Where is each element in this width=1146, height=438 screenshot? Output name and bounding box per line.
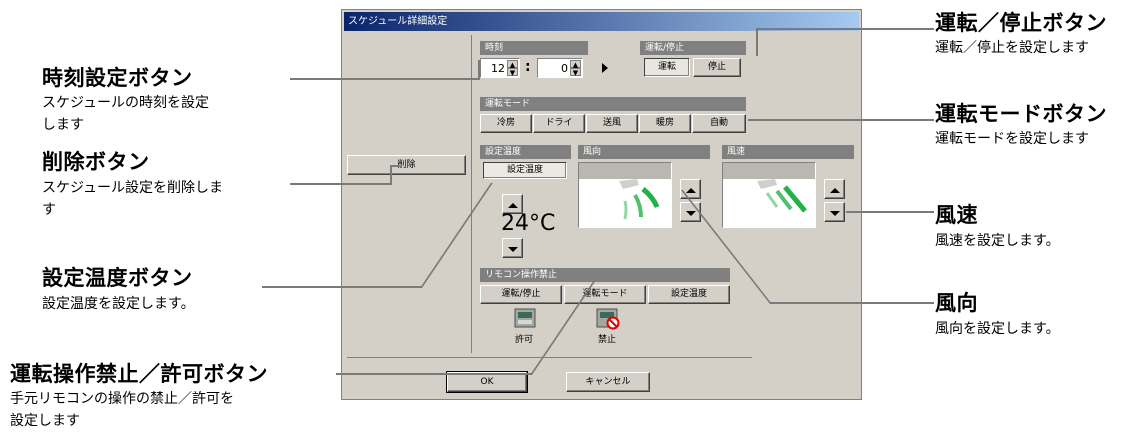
annotation-lock-button-desc-1: 手元リモコンの操作の禁止／許可を: [10, 391, 234, 407]
schedule-detail-dialog: スケジュール詳細設定 削除 時刻 12 ▲ ▼ : 0 ▲ ▼ 運転/停止 運転…: [341, 9, 862, 400]
annotation-runstop-button-title: 運転／停止ボタン: [935, 11, 1107, 35]
cancel-button[interactable]: キャンセル: [566, 372, 650, 392]
prohibit-label: 禁止: [598, 335, 617, 345]
run-button[interactable]: 運転: [644, 58, 690, 77]
allow-label: 許可: [515, 335, 534, 345]
annotation-lock-button-desc-2: 設定します: [10, 413, 80, 429]
ok-button[interactable]: OK: [446, 371, 528, 393]
annotation-mode-button-desc-1: 運転モードを設定します: [935, 131, 1089, 147]
temp-down-button[interactable]: [502, 238, 523, 258]
up-arrow-icon: [685, 188, 696, 193]
settemp-group-header: 設定温度: [480, 145, 571, 159]
annotation-fan-direction-title: 風向: [935, 291, 978, 315]
leader-direction-h: [770, 302, 934, 304]
hour-down-icon[interactable]: ▼: [507, 68, 518, 77]
annotation-delete-button-title: 削除ボタン: [42, 150, 150, 174]
annotation-settemp-button-desc-1: 設定温度を設定します。: [42, 296, 195, 312]
annotation-delete-button-desc-2: す: [42, 202, 56, 218]
up-arrow-icon: [829, 188, 840, 193]
leader-delete-h2: [390, 165, 402, 167]
settemp-button[interactable]: 設定温度: [483, 162, 567, 179]
fan-speed-icon: [723, 163, 815, 227]
lock-settemp-button[interactable]: 設定温度: [648, 285, 730, 304]
fan-direction-icon: [579, 163, 671, 227]
annotation-settemp-button-title: 設定温度ボタン: [42, 266, 193, 290]
mode-group-header: 運転モード: [480, 97, 746, 111]
annotation-time-button-desc-2: します: [42, 117, 84, 133]
leader-delete-h1: [290, 183, 390, 185]
minute-up-icon[interactable]: ▲: [570, 60, 581, 69]
fan-speed-display: [722, 162, 816, 228]
direction-up-button[interactable]: [680, 179, 701, 199]
leader-delete-v: [390, 165, 392, 185]
direction-group-header: 風向: [578, 145, 710, 159]
play-arrow-icon: [602, 63, 608, 73]
lock-mode-button[interactable]: 運転モード: [564, 285, 646, 304]
remote-prohibit-icon: [596, 308, 620, 330]
leader-speed-h: [846, 211, 934, 213]
leader-runstop-v: [756, 28, 758, 56]
hour-up-icon[interactable]: ▲: [507, 60, 518, 69]
leader-lock-h: [336, 373, 532, 375]
annotation-time-button-desc-1: スケジュールの時刻を設定: [42, 95, 210, 111]
fan-direction-display: [578, 162, 672, 228]
annotation-fan-direction-desc-1: 風向を設定します。: [935, 321, 1060, 337]
speed-up-button[interactable]: [824, 179, 845, 199]
stop-button[interactable]: 停止: [693, 58, 741, 77]
remote-allow-icon: [514, 308, 536, 328]
hour-field[interactable]: 12 ▲ ▼: [480, 58, 520, 78]
up-arrow-icon: [507, 203, 518, 208]
minute-down-icon[interactable]: ▼: [570, 68, 581, 77]
hour-value: 12: [491, 62, 505, 75]
bottom-separator: [347, 357, 752, 358]
leader-runstop-h: [756, 28, 934, 30]
speed-down-button[interactable]: [824, 202, 845, 222]
leader-settemp-h: [262, 286, 422, 288]
annotation-delete-button-desc-1: スケジュール設定を削除しま: [42, 180, 224, 196]
leader-time-h1: [290, 78, 480, 80]
annotation-mode-button-title: 運転モードボタン: [935, 102, 1107, 126]
lock-group-header: リモコン操作禁止: [480, 268, 730, 282]
minute-value: 0: [561, 62, 568, 75]
down-arrow-icon: [507, 247, 518, 252]
annotation-fan-speed-title: 風速: [935, 203, 978, 227]
annotation-fan-speed-desc-1: 風速を設定します。: [935, 233, 1060, 249]
mode-heat-button[interactable]: 暖房: [639, 114, 691, 133]
speed-group-header: 風速: [722, 145, 854, 159]
annotation-time-button-title: 時刻設定ボタン: [42, 66, 193, 90]
minute-field[interactable]: 0 ▲ ▼: [537, 58, 583, 78]
down-arrow-icon: [685, 211, 696, 216]
runstop-group-header: 運転/停止: [640, 41, 746, 55]
time-colon: :: [525, 59, 531, 75]
annotation-lock-button-title: 運転操作禁止／許可ボタン: [10, 362, 268, 386]
delete-button[interactable]: 削除: [347, 155, 466, 175]
mode-dry-button[interactable]: ドライ: [533, 114, 585, 133]
time-group-header: 時刻: [480, 41, 588, 55]
leader-time-v: [478, 60, 480, 80]
mode-auto-button[interactable]: 自動: [692, 114, 746, 133]
mode-fan-button[interactable]: 送風: [586, 114, 638, 133]
down-arrow-icon: [829, 211, 840, 216]
leader-mode-h: [748, 119, 934, 121]
settemp-value: 24°C: [501, 211, 556, 236]
vertical-separator: [471, 35, 472, 353]
annotation-runstop-button-desc-1: 運転／停止を設定します: [935, 40, 1089, 56]
lock-runstop-button[interactable]: 運転/停止: [480, 285, 562, 304]
mode-cool-button[interactable]: 冷房: [480, 114, 532, 133]
